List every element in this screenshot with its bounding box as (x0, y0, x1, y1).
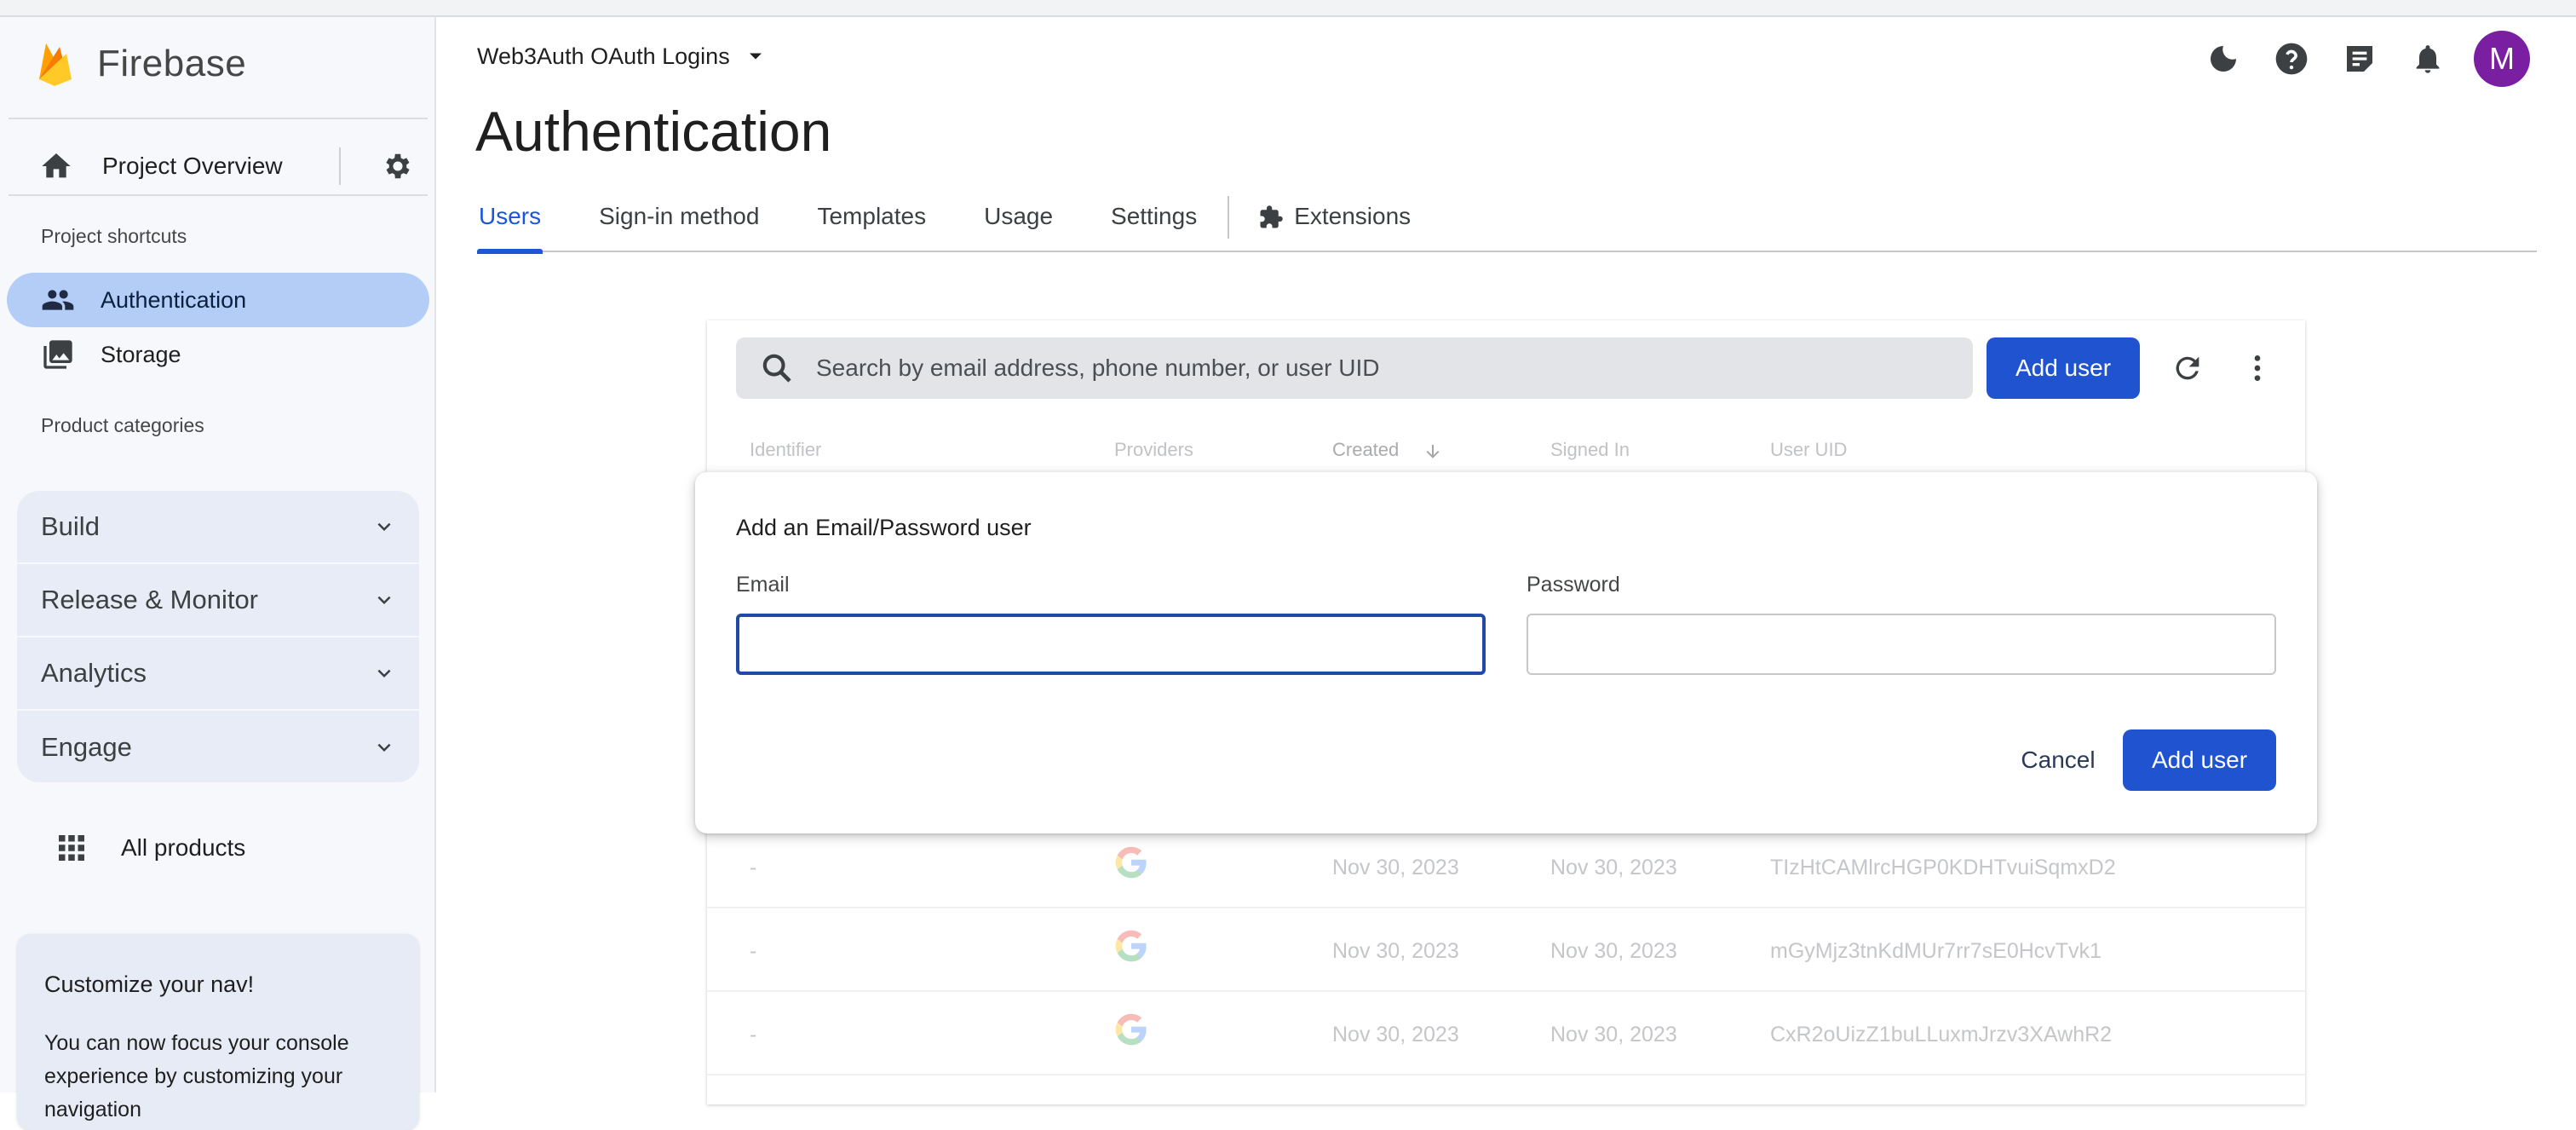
email-field[interactable] (736, 614, 1486, 675)
password-label: Password (1527, 573, 1620, 597)
cell-signed-in: Nov 30, 2023 (1550, 856, 1677, 879)
column-user-uid[interactable]: User UID (1770, 439, 1847, 461)
image-icon (43, 340, 72, 369)
tab-sign-in-method[interactable]: Sign-in method (597, 193, 761, 252)
google-icon (1115, 1013, 1147, 1046)
category-analytics[interactable]: Analytics (17, 637, 419, 711)
column-signed-in[interactable]: Signed In (1550, 439, 1630, 461)
cell-identifier: - (750, 856, 757, 879)
chevron-down-icon (377, 596, 391, 604)
column-providers[interactable]: Providers (1114, 439, 1193, 461)
google-icon (1115, 930, 1147, 962)
cell-signed-in: Nov 30, 2023 (1550, 939, 1677, 963)
apps-grid-icon (59, 835, 84, 861)
all-products-label: All products (121, 834, 246, 861)
categories-heading: Product categories (41, 414, 204, 436)
table-row[interactable]: - Nov 30, 2023 Nov 30, 2023 CxR2oUizZ1bu… (707, 992, 2305, 1075)
category-engage[interactable]: Engage (17, 711, 419, 782)
table-row[interactable]: - Nov 30, 2023 Nov 30, 2023 mGyMjz3tnKdM… (707, 908, 2305, 992)
category-label: Release & Monitor (41, 585, 259, 614)
caret-down-icon (749, 53, 762, 60)
sidebar-item-label: Storage (101, 341, 181, 367)
tab-templates[interactable]: Templates (815, 193, 928, 252)
brand[interactable]: Firebase (37, 34, 246, 94)
tab-settings[interactable]: Settings (1109, 193, 1199, 252)
column-identifier[interactable]: Identifier (750, 439, 821, 461)
refresh-icon[interactable] (2171, 351, 2205, 385)
project-selector[interactable]: Web3Auth OAuth Logins (477, 37, 768, 75)
avatar[interactable]: M (2474, 31, 2530, 87)
people-icon (42, 290, 74, 310)
cell-uid: mGyMjz3tnKdMUr7rr7sE0HcvTvk1 (1770, 939, 2102, 963)
extension-icon (1260, 205, 1283, 228)
add-user-dialog: Add an Email/Password user Email Passwor… (695, 472, 2317, 833)
sidebar-item-storage[interactable]: Storage (7, 327, 429, 382)
project-name: Web3Auth OAuth Logins (477, 43, 730, 69)
tab-extensions[interactable]: Extensions (1256, 193, 1412, 252)
category-label: Analytics (41, 658, 147, 688)
help-icon[interactable] (2273, 40, 2310, 78)
email-label: Email (736, 573, 790, 597)
dialog-title: Add an Email/Password user (736, 515, 1032, 540)
category-label: Engage (41, 732, 132, 762)
search-placeholder: Search by email address, phone number, o… (816, 355, 1380, 381)
customize-title: Customize your nav! (44, 971, 255, 997)
shortcuts-heading: Project shortcuts (41, 225, 187, 247)
search-icon (762, 354, 791, 383)
cell-created: Nov 30, 2023 (1332, 856, 1459, 879)
product-categories: Build Release & Monitor Analytics Engage (17, 491, 419, 782)
column-created[interactable]: Created (1332, 439, 1399, 461)
chevron-down-icon (377, 522, 391, 531)
table-row[interactable]: - Nov 30, 2023 Nov 30, 2023 TIzHtCAMlrcH… (707, 825, 2305, 908)
cell-created: Nov 30, 2023 (1332, 939, 1459, 963)
brand-name: Firebase (97, 43, 247, 84)
cell-identifier: - (750, 1023, 757, 1046)
tab-users[interactable]: Users (477, 193, 543, 254)
arrow-down-icon (1426, 445, 1440, 458)
category-release-monitor[interactable]: Release & Monitor (17, 564, 419, 637)
chevron-down-icon (377, 743, 391, 752)
all-products[interactable]: All products (56, 818, 245, 878)
project-overview[interactable]: Project Overview (39, 130, 414, 203)
page-title: Authentication (475, 100, 832, 163)
divider (339, 147, 341, 185)
cell-created: Nov 30, 2023 (1332, 1023, 1459, 1046)
tab-usage[interactable]: Usage (982, 193, 1055, 252)
category-label: Build (41, 511, 100, 541)
cell-uid: CxR2oUizZ1buLLuxmJrzv3XAwhR2 (1770, 1023, 2113, 1046)
browser-top-strip (0, 0, 2576, 17)
firebase-logo-icon (39, 43, 72, 86)
customize-body: You can now focus your console experienc… (44, 1031, 349, 1121)
sidebar-item-label: Authentication (101, 286, 247, 313)
divider (9, 194, 428, 196)
cell-identifier: - (750, 939, 757, 963)
customize-nav-card: Customize your nav! You can now focus yo… (17, 934, 419, 1130)
add-user-confirm-button[interactable]: Add user (2123, 729, 2276, 791)
cancel-button[interactable]: Cancel (2002, 729, 2114, 791)
home-icon (42, 153, 71, 178)
cell-uid: TIzHtCAMlrcHGP0KDHTvuiSqmxD2 (1770, 856, 2116, 879)
bell-icon[interactable] (2409, 40, 2447, 78)
sidebar: Firebase Project Overview Project shortc… (0, 17, 436, 1130)
search-input[interactable]: Search by email address, phone number, o… (736, 337, 1973, 399)
cell-signed-in: Nov 30, 2023 (1550, 1023, 1677, 1046)
tab-bar: Users Sign-in method Templates Usage Set… (477, 193, 2537, 254)
add-user-button[interactable]: Add user (1987, 337, 2140, 399)
release-notes-icon[interactable] (2341, 40, 2378, 78)
google-icon (1115, 846, 1147, 879)
category-build[interactable]: Build (17, 491, 419, 564)
top-actions: M (2174, 31, 2530, 87)
chevron-down-icon (377, 669, 391, 677)
dark-mode-icon[interactable] (2205, 40, 2242, 78)
tab-label: Extensions (1294, 203, 1412, 229)
sidebar-item-authentication[interactable]: Authentication (7, 273, 429, 327)
divider (9, 118, 428, 119)
more-vert-icon[interactable] (2240, 351, 2274, 385)
divider (1228, 196, 1230, 239)
project-overview-label: Project Overview (102, 153, 283, 179)
password-field[interactable] (1527, 614, 2276, 675)
gear-icon[interactable] (382, 150, 414, 182)
